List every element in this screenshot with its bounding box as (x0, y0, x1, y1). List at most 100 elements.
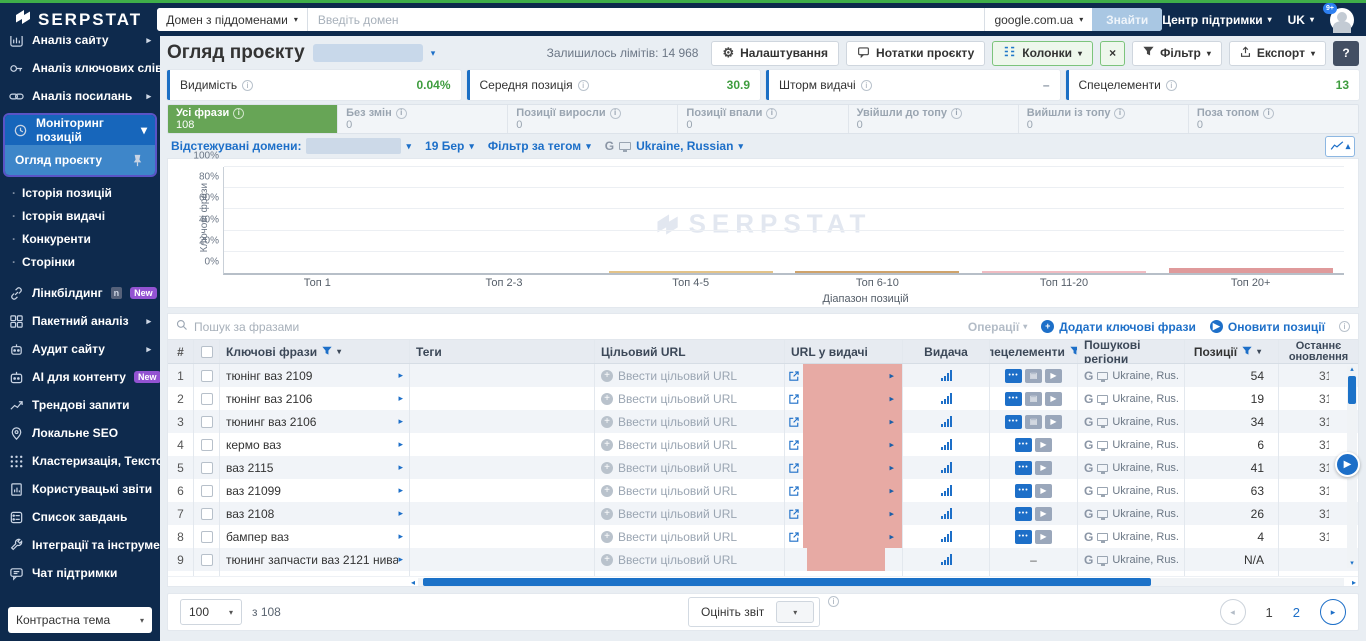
sidebar-item-custom-reports[interactable]: Користувацькі звіти (0, 475, 160, 503)
row-checkbox[interactable] (194, 364, 220, 387)
spec-play-badge[interactable]: ▶ (1035, 461, 1052, 475)
tab-positions-up[interactable]: Позиції вирослиi 0 (508, 105, 678, 133)
tab-out-of-top[interactable]: Поза топомi 0 (1189, 105, 1358, 133)
serp-url-cell[interactable]: ▸ (785, 410, 903, 433)
chevron-right-icon[interactable]: ▸ (889, 508, 894, 519)
spec-menu-badge[interactable]: ••• (1015, 461, 1032, 475)
row-checkbox[interactable] (194, 502, 220, 525)
col-last-update[interactable]: Останнє оновлення (1279, 340, 1358, 363)
row-checkbox[interactable] (194, 525, 220, 548)
serp-url-cell[interactable]: ▸ (785, 479, 903, 502)
domain-scope-select[interactable]: Домен з піддоменами ▾ (157, 8, 308, 31)
tab-no-changes[interactable]: Без змінi 0 (338, 105, 508, 133)
info-icon[interactable]: i (1166, 80, 1177, 91)
sidebar-item-linkbuilding[interactable]: Лінкбілдинг n New (0, 279, 160, 307)
col-positions[interactable]: Позиції ▾ (1185, 340, 1279, 363)
spec-elements-cell[interactable]: •••▶ (990, 479, 1078, 502)
tags-cell[interactable] (410, 525, 595, 548)
tags-cell[interactable] (410, 548, 595, 571)
sidebar-item-rank-monitoring[interactable]: Моніторинг позицій ▾ (5, 115, 155, 145)
serp-url-cell[interactable]: ▸ (785, 364, 903, 387)
columns-button[interactable]: Колонки ▾ (992, 41, 1093, 66)
col-search-regions[interactable]: Пошукові регіони (1078, 340, 1185, 363)
spec-play-badge[interactable]: ▶ (1035, 507, 1052, 521)
sidebar-item-trending-queries[interactable]: Трендові запити (0, 391, 160, 419)
serp-url-cell[interactable]: ▸ (785, 525, 903, 548)
tags-cell[interactable] (410, 410, 595, 433)
export-button[interactable]: Експорт ▾ (1229, 41, 1326, 66)
sidebar-item-batch-analysis[interactable]: Пакетний аналіз ▸ (0, 307, 160, 335)
sidebar-item-local-seo[interactable]: Локальне SEO (0, 419, 160, 447)
sidebar-item-keyword-analysis[interactable]: Аналіз ключових слів ▸ (0, 54, 160, 82)
chevron-right-icon[interactable]: ▸ (889, 370, 894, 381)
chevron-right-icon[interactable]: ▸ (889, 416, 894, 427)
tags-cell[interactable] (410, 456, 595, 479)
spec-elements-cell[interactable]: •••▶ (990, 525, 1078, 548)
external-link-icon[interactable] (785, 462, 803, 474)
sidebar-item-serp-history[interactable]: ·Історія видачі (0, 204, 160, 227)
target-url-cell[interactable]: +Ввести цільовий URL (595, 525, 785, 548)
sidebar-item-project-overview[interactable]: Огляд проєкту (5, 145, 155, 175)
spec-elements-cell[interactable]: •••▤▶ (990, 410, 1078, 433)
serp-cell[interactable] (903, 548, 990, 571)
serp-url-cell[interactable]: ▸ (785, 456, 903, 479)
target-url-cell[interactable]: +Ввести цільовий URL (595, 548, 785, 571)
col-tags[interactable]: Теги (410, 340, 595, 363)
spec-play-badge[interactable]: ▶ (1035, 438, 1052, 452)
spec-play-badge[interactable]: ▶ (1035, 530, 1052, 544)
tags-cell[interactable] (410, 364, 595, 387)
tags-cell[interactable] (410, 479, 595, 502)
page-size-select[interactable]: 100 ▾ (180, 599, 242, 625)
tab-all-phrases[interactable]: Усі фразиi 108 (168, 105, 338, 133)
keyword-cell[interactable]: ваз 2108▸ (220, 502, 410, 525)
tab-entered-top[interactable]: Увійшли до топуi 0 (849, 105, 1019, 133)
tab-positions-down[interactable]: Позиції впалиi 0 (678, 105, 848, 133)
row-checkbox[interactable] (194, 456, 220, 479)
reset-columns-button[interactable]: × (1100, 41, 1125, 66)
domain-input[interactable] (308, 8, 985, 31)
add-keywords-button[interactable]: +Додати ключові фрази (1041, 320, 1196, 334)
page-1[interactable]: 1 (1266, 605, 1273, 620)
row-checkbox[interactable] (194, 479, 220, 502)
target-url-cell[interactable]: +Ввести цільовий URL (595, 479, 785, 502)
keyword-cell[interactable]: тюнинг запчасти ваз 2121 нива▸ (220, 548, 410, 571)
target-url-cell[interactable]: +Ввести цільовий URL (595, 456, 785, 479)
target-url-cell[interactable]: +Ввести цільовий URL (595, 502, 785, 525)
select-all-checkbox[interactable] (194, 340, 220, 363)
row-checkbox[interactable] (194, 410, 220, 433)
tab-left-top[interactable]: Вийшли із топуi 0 (1019, 105, 1189, 133)
spec-elements-cell[interactable]: •••▶ (990, 433, 1078, 456)
update-positions-button[interactable]: ▶Оновити позиції (1210, 320, 1325, 334)
horizontal-scroll-thumb[interactable] (423, 578, 1151, 586)
sidebar-item-position-history[interactable]: ·Історія позицій (0, 181, 160, 204)
keyword-cell[interactable]: ваз 21099▸ (220, 479, 410, 502)
next-page-button[interactable]: ▸ (1320, 599, 1346, 625)
help-button[interactable]: ? (1333, 41, 1359, 66)
serp-cell[interactable] (903, 502, 990, 525)
scroll-right-button[interactable]: ▶ (1335, 452, 1360, 477)
keyword-cell[interactable]: ваз 2115▸ (220, 456, 410, 479)
serp-cell[interactable] (903, 387, 990, 410)
spec-elements-cell[interactable]: •••▶ (990, 502, 1078, 525)
filter-button[interactable]: Фільтр ▾ (1132, 41, 1222, 66)
target-url-cell[interactable]: +Ввести цільовий URL (595, 387, 785, 410)
scroll-down-arrow[interactable]: ▾ (1350, 560, 1354, 568)
external-link-icon[interactable] (785, 416, 803, 428)
serp-cell[interactable] (903, 410, 990, 433)
scroll-left-arrow[interactable]: ◂ (411, 578, 415, 587)
date-select[interactable]: 19 Бер ▾ (425, 139, 474, 153)
page-2[interactable]: 2 (1293, 605, 1300, 620)
spec-menu-badge[interactable]: ••• (1015, 438, 1032, 452)
spec-play-badge[interactable]: ▶ (1045, 415, 1062, 429)
settings-button[interactable]: ⚙ Налаштування (711, 41, 839, 66)
col-spec-elements[interactable]: Спецелементи ▾ (990, 340, 1078, 363)
support-center-menu[interactable]: Центр підтримки ▾ (1162, 13, 1271, 27)
serp-url-cell[interactable] (785, 548, 903, 571)
spec-card-badge[interactable]: ▤ (1025, 392, 1042, 406)
info-icon[interactable]: i (861, 80, 872, 91)
external-link-icon[interactable] (785, 508, 803, 520)
spec-play-badge[interactable]: ▶ (1035, 484, 1052, 498)
serp-url-cell[interactable]: ▸ (785, 502, 903, 525)
target-url-cell[interactable]: +Ввести цільовий URL (595, 433, 785, 456)
keyword-cell[interactable]: тюнінг ваз 2106▸ (220, 387, 410, 410)
